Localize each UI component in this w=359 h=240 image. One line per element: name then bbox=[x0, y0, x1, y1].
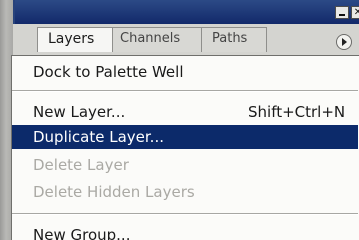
menu-item-label: New Layer... bbox=[33, 103, 126, 121]
palette-flyout-menu: Dock to Palette Well New Layer... Shift+… bbox=[11, 55, 359, 240]
palette-menu-arrow-icon[interactable] bbox=[336, 34, 352, 50]
menu-item-label: Delete Hidden Layers bbox=[33, 183, 195, 201]
menu-item-label: Delete Layer bbox=[33, 156, 129, 174]
menu-separator bbox=[12, 90, 358, 92]
menu-separator bbox=[12, 213, 358, 215]
layers-palette: ✕ Channels Paths Layers Dock to Palette … bbox=[0, 0, 359, 240]
menu-item-shortcut: Shift+Ctrl+N bbox=[248, 103, 346, 121]
menu-item-label: New Group... bbox=[33, 226, 131, 240]
menu-item-new-layer[interactable]: New Layer... Shift+Ctrl+N bbox=[12, 100, 358, 124]
palette-tab-strip: Channels Paths Layers bbox=[13, 24, 359, 56]
minimize-icon[interactable] bbox=[335, 6, 349, 19]
tab-paths[interactable]: Paths bbox=[201, 27, 267, 52]
tab-channels[interactable]: Channels bbox=[109, 27, 205, 52]
menu-item-dock-to-palette-well[interactable]: Dock to Palette Well bbox=[12, 60, 358, 84]
menu-item-label: Duplicate Layer... bbox=[33, 128, 164, 146]
tab-layers[interactable]: Layers bbox=[37, 27, 113, 52]
menu-item-label: Dock to Palette Well bbox=[33, 63, 184, 81]
menu-item-duplicate-layer[interactable]: Duplicate Layer... bbox=[12, 125, 358, 149]
palette-title-bar[interactable]: ✕ bbox=[13, 0, 359, 24]
menu-item-delete-hidden-layers: Delete Hidden Layers bbox=[12, 180, 358, 204]
menu-item-delete-layer: Delete Layer bbox=[12, 153, 358, 177]
close-icon[interactable]: ✕ bbox=[351, 6, 359, 19]
menu-item-new-group[interactable]: New Group... bbox=[12, 223, 358, 240]
